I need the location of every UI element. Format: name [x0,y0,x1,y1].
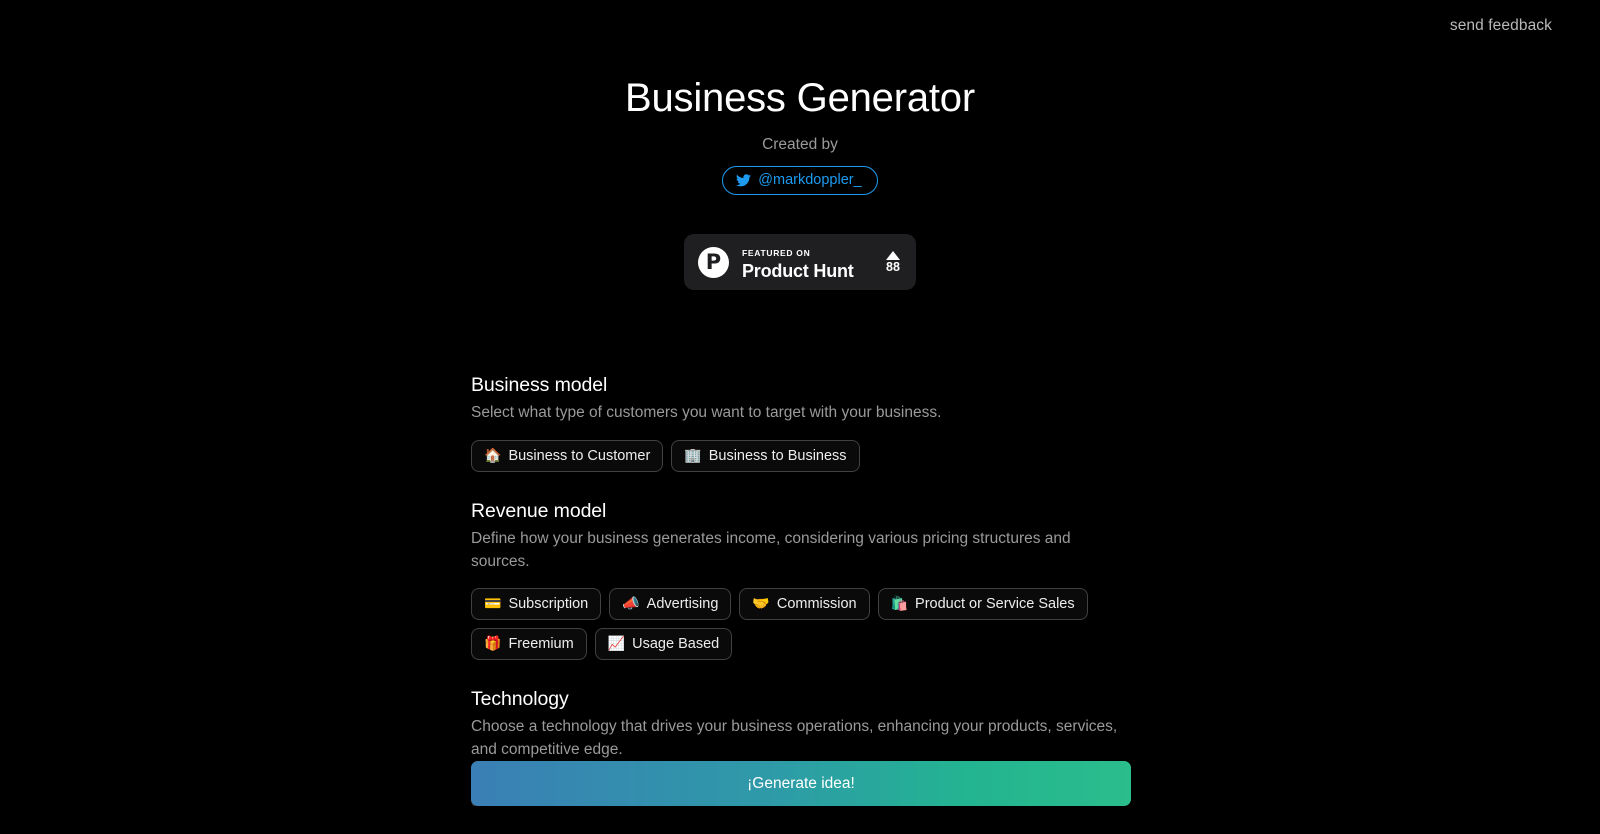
section-description-technology: Choose a technology that drives your bus… [471,718,1118,758]
product-hunt-logo-icon: P [698,246,729,278]
upvote-caret-icon [886,250,900,260]
created-by-label: Created by [762,136,838,153]
generate-idea-button[interactable]: ¡Generate idea! [471,761,1131,806]
option-chip-label: Business to Customer [508,447,651,464]
send-feedback-link[interactable]: send feedback [1450,17,1552,35]
handshake-icon: 🤝 [752,596,770,613]
option-chip-label: Product or Service Sales [915,595,1075,612]
section-description-revenue-model: Define how your business generates incom… [471,530,1071,570]
section-title-business-model: Business model [471,374,608,396]
section-business-model: Business model Select what type of custom… [471,372,1131,472]
option-chip-label: Advertising [646,595,719,612]
option-chip-label: Freemium [508,635,574,652]
credit-card-icon: 💳 [484,596,502,613]
top-bar: send feedback [0,0,1600,52]
megaphone-icon: 📣 [622,596,640,613]
option-chip-revenue-model-5[interactable]: 📈 Usage Based [594,628,733,661]
generate-cta-wrapper: ¡Generate idea! [471,761,1131,806]
office-building-icon: 🏢 [684,447,702,464]
gift-icon: 🎁 [484,636,502,653]
generator-form: Business model Select what type of custom… [471,372,1131,809]
product-hunt-upvote-count: 88 [886,259,900,274]
section-title-revenue-model: Revenue model [471,499,607,522]
section-description-business-model: Select what type of customers you want t… [471,404,942,422]
option-row-revenue-model: 💳 Subscription 📣 Advertising 🤝 Commission 🛍️ Pr… [471,588,1131,661]
hero-section: Business Generator Created by @markdoppl… [0,76,1600,195]
product-hunt-text-block: FEATURED ON Product Hunt [742,243,873,282]
option-chip-label: Commission [776,595,857,612]
shopping-bags-icon: 🛍️ [890,596,909,613]
product-hunt-badge-wrapper: P FEATURED ON Product Hunt 88 [0,234,1600,290]
bottom-fade-overlay [0,806,1600,834]
option-row-business-model: 🏠 Business to Customer 🏢 Business to Busine… [471,439,1131,472]
option-chip-revenue-model-1[interactable]: 📣 Advertising [609,588,732,621]
product-hunt-upvote-block[interactable]: 88 [886,250,902,274]
product-hunt-name: Product Hunt [742,260,854,281]
twitter-handle-badge[interactable]: @markdoppler_ [722,166,878,195]
product-hunt-eyebrow: FEATURED ON [742,247,811,258]
option-chip-label: Subscription [508,595,589,612]
option-chip-revenue-model-3[interactable]: 🛍️ Product or Service Sales [877,588,1088,621]
chart-increasing-icon: 📈 [607,636,626,653]
option-chip-business-model-0[interactable]: 🏠 Business to Customer [471,439,664,472]
option-chip-label: Business to Business [708,447,847,464]
section-title-technology: Technology [471,688,569,711]
section-revenue-model: Revenue model Define how your business ge… [471,498,1131,661]
twitter-handle-text: @markdoppler_ [758,172,862,188]
twitter-bird-icon [736,173,752,187]
option-chip-revenue-model-2[interactable]: 🤝 Commission [739,588,870,621]
product-hunt-badge[interactable]: P FEATURED ON Product Hunt 88 [684,234,916,290]
house-icon: 🏠 [484,447,502,464]
option-chip-business-model-1[interactable]: 🏢 Business to Business [671,439,860,472]
option-chip-revenue-model-0[interactable]: 💳 Subscription [471,588,602,621]
option-chip-revenue-model-4[interactable]: 🎁 Freemium [471,628,587,661]
page-title: Business Generator [625,76,975,120]
option-chip-label: Usage Based [632,635,720,652]
